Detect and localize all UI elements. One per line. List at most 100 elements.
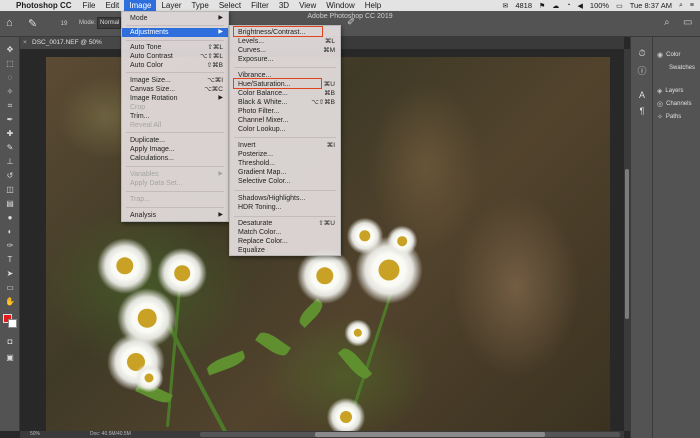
path-select-tool-icon[interactable]: ➤ bbox=[4, 269, 16, 279]
vertical-scroll-thumb[interactable] bbox=[625, 169, 629, 319]
panel-channels[interactable]: ◎ Channels bbox=[657, 100, 691, 108]
document-info[interactable]: Doc: 40.5M/40.5M bbox=[90, 431, 131, 437]
workspace-icon[interactable]: ▭ bbox=[683, 17, 692, 28]
history-brush-icon[interactable]: ↺ bbox=[4, 171, 16, 181]
panel-layers[interactable]: ◈ Layers bbox=[657, 87, 683, 95]
menu-item-photo-filter[interactable]: Photo Filter... bbox=[230, 107, 340, 116]
battery-text[interactable]: 100% bbox=[590, 1, 609, 10]
paragraph-icon[interactable]: ¶ bbox=[636, 105, 648, 117]
menu-item-replace-color[interactable]: Replace Color... bbox=[230, 237, 340, 246]
menu-separator bbox=[234, 216, 336, 217]
panel-color[interactable]: ◉ Color bbox=[657, 51, 680, 59]
home-icon[interactable]: ⌂ bbox=[6, 17, 13, 29]
menu-item-auto-tone[interactable]: Auto Tone ⇧⌘L bbox=[122, 43, 228, 52]
stamp-tool-icon[interactable]: ⊥ bbox=[4, 157, 16, 167]
eraser-tool-icon[interactable]: ◫ bbox=[4, 185, 16, 195]
cloud-icon[interactable]: ☁ bbox=[552, 2, 559, 10]
dodge-tool-icon[interactable]: ◐ bbox=[4, 227, 16, 237]
move-tool-icon[interactable]: ✥ bbox=[4, 45, 16, 55]
menu-type[interactable]: Type bbox=[186, 0, 213, 11]
menu-help[interactable]: Help bbox=[360, 0, 386, 11]
menu-window[interactable]: Window bbox=[321, 0, 359, 11]
shape-tool-icon[interactable]: ▭ bbox=[4, 283, 16, 293]
info-icon[interactable]: ⓘ bbox=[636, 65, 648, 77]
marquee-tool-icon[interactable]: ⬚ bbox=[4, 59, 16, 69]
menu-item-duplicate[interactable]: Duplicate... bbox=[122, 136, 228, 145]
eyedropper-tool-icon[interactable]: ✒ bbox=[4, 115, 16, 125]
menu-file[interactable]: File bbox=[78, 0, 101, 11]
menu-3d[interactable]: 3D bbox=[274, 0, 294, 11]
character-icon[interactable]: A bbox=[636, 89, 648, 101]
menu-item-color-balance[interactable]: Color Balance... ⌘B bbox=[230, 89, 340, 98]
background-color-swatch[interactable] bbox=[8, 319, 17, 328]
brush-tool-icon[interactable]: ✎ bbox=[28, 17, 37, 30]
type-tool-icon[interactable]: T bbox=[4, 255, 16, 265]
mode-select[interactable]: Normal bbox=[97, 17, 121, 29]
menu-item-color-lookup[interactable]: Color Lookup... bbox=[230, 125, 340, 134]
menu-item-auto-color[interactable]: Auto Color ⇧⌘B bbox=[122, 61, 228, 70]
panel-swatches[interactable]: Swatches bbox=[669, 65, 695, 71]
menu-select[interactable]: Select bbox=[214, 0, 246, 11]
menu-item-curves[interactable]: Curves... ⌘M bbox=[230, 46, 340, 55]
menu-item-auto-contrast[interactable]: Auto Contrast ⌥⇧⌘L bbox=[122, 52, 228, 61]
airbrush-icon[interactable]: ✐ bbox=[347, 17, 355, 28]
menu-item-image-size[interactable]: Image Size... ⌥⌘I bbox=[122, 76, 228, 85]
menu-layer[interactable]: Layer bbox=[156, 0, 186, 11]
notification-icon[interactable]: ≡ bbox=[690, 2, 694, 9]
quick-mask-icon[interactable]: ◘ bbox=[4, 337, 16, 347]
screen-mode-icon[interactable]: ▣ bbox=[4, 353, 16, 363]
menu-item-match-color[interactable]: Match Color... bbox=[230, 228, 340, 237]
menu-filter[interactable]: Filter bbox=[246, 0, 274, 11]
menu-item-trim[interactable]: Trim... bbox=[122, 112, 228, 121]
menu-image[interactable]: Image bbox=[124, 0, 157, 11]
menu-item-posterize[interactable]: Posterize... bbox=[230, 150, 340, 159]
lasso-tool-icon[interactable]: ◌ bbox=[4, 73, 16, 83]
zoom-level[interactable]: 50% bbox=[30, 431, 40, 437]
mail-icon[interactable]: ✉ bbox=[502, 2, 508, 10]
hand-tool-icon[interactable]: ✋ bbox=[4, 297, 16, 307]
blur-tool-icon[interactable]: ● bbox=[4, 213, 16, 223]
pen-tool-icon[interactable]: ✑ bbox=[4, 241, 16, 251]
menu-item-equalize[interactable]: Equalize bbox=[230, 246, 340, 255]
menu-item-adjustments[interactable]: Adjustments ▶ bbox=[122, 28, 228, 37]
menu-item-hdr-toning[interactable]: HDR Toning... bbox=[230, 203, 340, 212]
menu-item-levels[interactable]: Levels... ⌘L bbox=[230, 37, 340, 46]
brush-tool-side-icon[interactable]: ✎ bbox=[4, 143, 16, 153]
menu-item-analysis[interactable]: Analysis ▶ bbox=[122, 211, 228, 220]
crop-tool-icon[interactable]: ⌗ bbox=[4, 101, 16, 111]
menu-item-exposure[interactable]: Exposure... bbox=[230, 55, 340, 64]
menu-item-selective-color[interactable]: Selective Color... bbox=[230, 177, 340, 186]
menu-item-threshold[interactable]: Threshold... bbox=[230, 159, 340, 168]
menu-item-invert[interactable]: Invert ⌘I bbox=[230, 141, 340, 150]
menu-item-desaturate[interactable]: Desaturate ⇧⌘U bbox=[230, 219, 340, 228]
search-icon[interactable]: ⌕ bbox=[664, 17, 670, 28]
document-tab[interactable]: × DSC_0017.NEF @ 50% (RGB/8*) bbox=[20, 37, 120, 58]
horizontal-scrollbar[interactable] bbox=[200, 432, 620, 437]
menu-item-image-rotation[interactable]: Image Rotation ▶ bbox=[122, 94, 228, 103]
spotlight-icon[interactable]: ⌕ bbox=[679, 2, 683, 10]
menu-edit[interactable]: Edit bbox=[100, 0, 124, 11]
menu-app-name[interactable]: Photoshop CC bbox=[14, 1, 78, 10]
history-icon[interactable]: ⏱ bbox=[636, 47, 648, 59]
menu-item-black-white[interactable]: Black & White... ⌥⇧⌘B bbox=[230, 98, 340, 107]
menu-item-apply-image[interactable]: Apply Image... bbox=[122, 145, 228, 154]
menu-item-canvas-size[interactable]: Canvas Size... ⌥⌘C bbox=[122, 85, 228, 94]
menu-item-gradient-map[interactable]: Gradient Map... bbox=[230, 168, 340, 177]
quick-select-tool-icon[interactable]: ✧ bbox=[4, 87, 16, 97]
menu-item-calculations[interactable]: Calculations... bbox=[122, 154, 228, 163]
flag-icon[interactable]: ⚑ bbox=[539, 2, 545, 10]
panel-paths[interactable]: ✧ Paths bbox=[657, 113, 681, 121]
battery-icon[interactable]: ▭ bbox=[616, 2, 623, 10]
gradient-tool-icon[interactable]: ▤ bbox=[4, 199, 16, 209]
healing-tool-icon[interactable]: ✚ bbox=[4, 129, 16, 139]
menu-item-mode[interactable]: Mode ▶ bbox=[122, 14, 228, 23]
horizontal-scroll-thumb[interactable] bbox=[315, 432, 545, 437]
wifi-icon[interactable]: ◔ bbox=[566, 2, 570, 9]
close-tab-icon[interactable]: × bbox=[23, 37, 27, 49]
menu-item-channel-mixer[interactable]: Channel Mixer... bbox=[230, 116, 340, 125]
volume-icon[interactable]: ◀ bbox=[578, 2, 583, 10]
menu-item-shadows-highlights[interactable]: Shadows/Highlights... bbox=[230, 194, 340, 203]
brush-size[interactable]: 19 bbox=[55, 17, 73, 31]
clock-text[interactable]: Tue 8:37 AM bbox=[630, 1, 672, 10]
menu-view[interactable]: View bbox=[294, 0, 321, 11]
